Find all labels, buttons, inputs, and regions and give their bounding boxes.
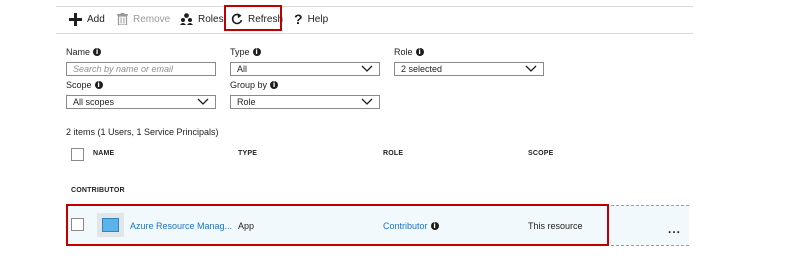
name-search-input[interactable]: Search by name or email [66,62,216,76]
scope-filter-label-text: Scope [66,80,92,90]
help-button-label: Help [307,13,329,25]
scope-select-value: All scopes [73,97,115,107]
column-header-role[interactable]: ROLE [383,150,403,157]
type-select-value: All [237,64,248,74]
role-filter-label: Role i [394,47,424,57]
plus-icon [69,12,82,26]
roles-button-label: Roles [198,13,224,25]
group-by-filter-label: Group by i [230,80,279,90]
group-by-select[interactable]: Role [230,95,380,109]
column-header-scope[interactable]: SCOPE [528,150,554,157]
name-search-placeholder: Search by name or email [73,64,174,74]
ellipsis-icon[interactable]: ... [668,222,681,236]
info-icon: i [94,81,103,89]
add-button-label: Add [87,13,105,25]
chevron-down-icon [361,98,373,105]
scope-filter-label: Scope i [66,80,103,90]
info-icon: i [415,48,424,56]
name-filter-label-text: Name [66,47,91,57]
group-by-select-value: Role [237,97,256,107]
info-icon: i [270,81,279,89]
type-filter-label-text: Type [230,47,250,57]
items-summary: 2 items (1 Users, 1 Service Principals) [66,127,219,137]
select-all-checkbox[interactable] [71,148,84,161]
remove-button[interactable]: Remove [117,8,170,30]
chevron-down-icon [525,65,537,72]
role-filter-label-text: Role [394,47,413,57]
role-select-value: 2 selected [401,64,443,74]
row-highlight-box [66,204,609,246]
question-icon: ? [294,11,303,27]
chevron-down-icon [361,65,373,72]
group-header-contributor: CONTRIBUTOR [71,187,125,194]
add-button[interactable]: Add [69,8,105,30]
roles-button[interactable]: Roles [180,8,224,30]
toolbar-divider [56,33,693,34]
trash-icon [117,13,128,25]
help-button[interactable]: ? Help [294,8,328,30]
toolbar-top-border [56,6,693,7]
role-select[interactable]: 2 selected [394,62,544,76]
type-filter-label: Type i [230,47,261,57]
type-select[interactable]: All [230,62,380,76]
column-header-type[interactable]: TYPE [238,150,257,157]
info-icon: i [252,48,261,56]
name-filter-label: Name i [66,47,102,57]
info-icon: i [93,48,102,56]
chevron-down-icon [197,98,209,105]
remove-button-label: Remove [133,13,171,25]
refresh-highlight-box [224,5,282,31]
scope-select[interactable]: All scopes [66,95,216,109]
people-icon [180,13,193,25]
group-by-filter-label-text: Group by [230,80,268,90]
column-header-name[interactable]: NAME [93,150,114,157]
